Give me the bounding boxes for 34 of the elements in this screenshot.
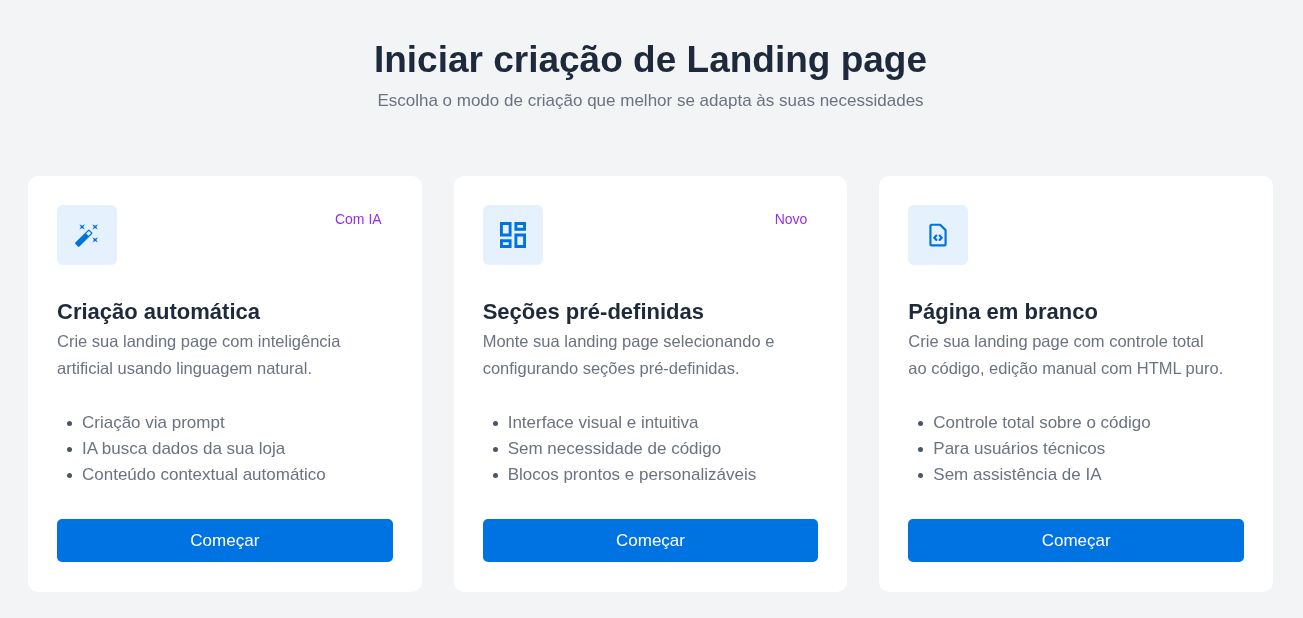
card-label-text: Novo [774, 210, 808, 228]
start-button[interactable]: Começar [57, 519, 393, 562]
feature-text: Sem necessidade de código [507, 438, 722, 460]
page-title: Iniciar criação de Landing page [373, 38, 928, 82]
bullet-icon [492, 420, 498, 426]
code-file-icon [908, 205, 969, 265]
start-button[interactable]: Começar [908, 519, 1244, 562]
bullet-icon [492, 446, 498, 452]
bullet-icon [918, 420, 924, 426]
bullet-icon [67, 420, 72, 426]
feature-text: Interface visual e intuitiva [507, 412, 699, 434]
feature-text: Conteúdo contextual automático [82, 464, 326, 486]
feature-text: Blocos prontos e personalizáveis [507, 464, 757, 486]
bullet-icon [67, 446, 72, 452]
start-button[interactable]: Começar [482, 519, 819, 562]
bullet-icon [67, 472, 72, 478]
card-title: Criação automática [57, 298, 261, 326]
feature-text: Para usuários técnicos [933, 438, 1106, 460]
card-label-text: Com IA [334, 210, 382, 228]
bullet-icon [492, 472, 498, 478]
magic-wand-icon [57, 205, 117, 265]
bullet-icon [918, 446, 924, 452]
bullet-icon [918, 472, 924, 478]
feature-text: IA busca dados da sua loja [82, 438, 286, 460]
dashboard-layout-icon [482, 205, 543, 265]
card-description: Crie sua landing page com controle total ao código, edição manual com HTML puro. [908, 331, 1225, 379]
card-description: Monte sua landing page selecionando e configurando seções pré-definidas. [482, 331, 776, 379]
card-description: Crie sua landing page com inteligência artificial usando linguagem natural. [57, 331, 342, 379]
feature-text: Sem assistência de IA [933, 464, 1102, 486]
feature-text: Criação via prompt [82, 412, 225, 434]
card-title: Página em branco [908, 298, 1099, 326]
feature-text: Controle total sobre o código [933, 412, 1151, 434]
page-subtitle: Escolha o modo de criação que melhor se adapta às suas necessidades [377, 90, 924, 112]
card-title: Seções pré-definidas [482, 298, 705, 326]
